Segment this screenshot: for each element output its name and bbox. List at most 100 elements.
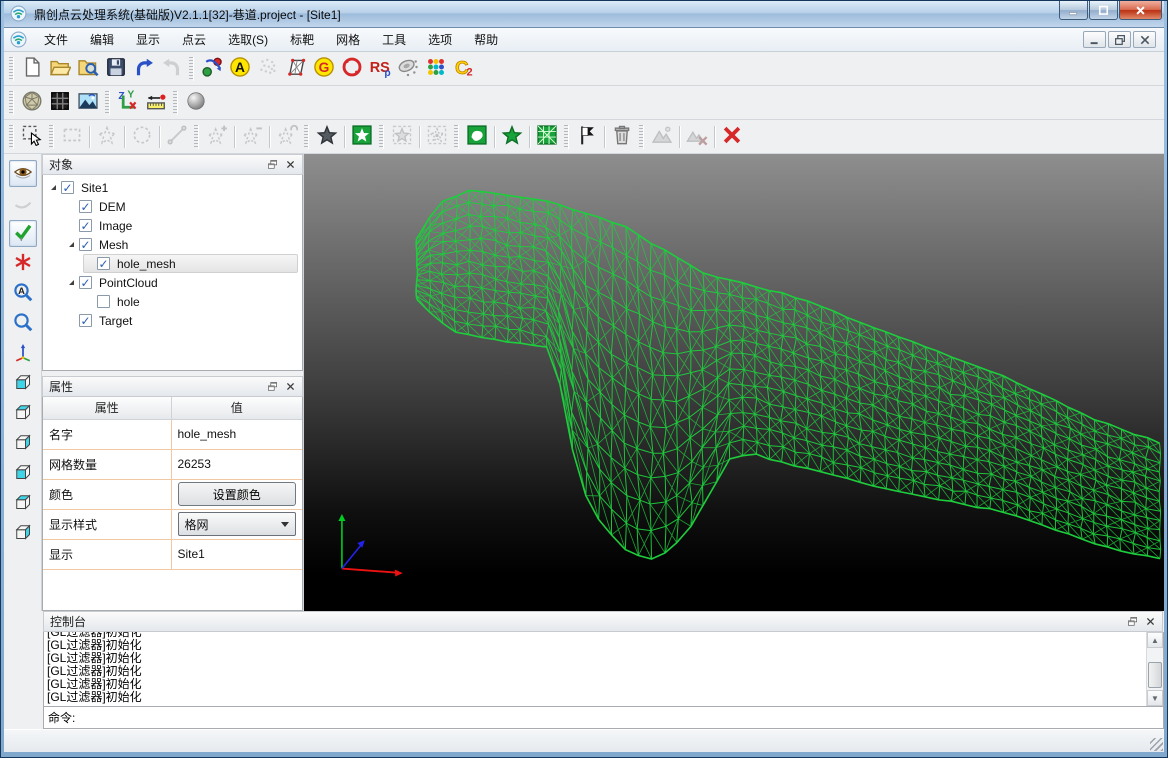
measure-button[interactable] [142, 89, 170, 117]
tree-checkbox-hole[interactable] [97, 295, 110, 308]
tree-checkbox-PointCloud[interactable]: ✓ [79, 276, 92, 289]
menu-文件[interactable]: 文件 [33, 27, 79, 52]
tree-checkbox-hole_mesh[interactable]: ✓ [97, 257, 110, 270]
toolbar-grip[interactable] [9, 91, 14, 115]
save-file-button[interactable] [102, 55, 130, 83]
set-color-button[interactable]: 设置颜色 [178, 482, 297, 506]
menu-编辑[interactable]: 编辑 [79, 27, 125, 52]
toolbar-grip[interactable] [9, 125, 14, 149]
axes-gizmo-button[interactable] [9, 340, 37, 367]
coordinate-axes-button[interactable]: ZY [114, 89, 142, 117]
toolbar-grip[interactable] [379, 125, 384, 149]
toolbar-grip[interactable] [9, 57, 14, 81]
mdi-close-button[interactable] [1133, 31, 1156, 48]
tree-item-hole[interactable]: hole [43, 292, 302, 311]
tree-item-Mesh[interactable]: ✓Mesh [43, 235, 302, 254]
zoom-all-button[interactable]: A [9, 280, 37, 307]
console-float-button[interactable] [1125, 615, 1140, 629]
open-file-button[interactable] [46, 55, 74, 83]
undo-button[interactable] [130, 55, 158, 83]
mesh-selection-button[interactable] [533, 123, 561, 151]
toolbar-grip[interactable] [173, 91, 178, 115]
menu-工具[interactable]: 工具 [371, 27, 417, 52]
tree-expand-icon[interactable] [69, 242, 74, 247]
toolbar-grip[interactable] [454, 125, 459, 149]
dem-button[interactable] [18, 89, 46, 117]
objects-close-button[interactable] [283, 158, 298, 172]
toolbar-grip[interactable] [49, 125, 54, 149]
registration-button[interactable] [198, 55, 226, 83]
scroll-up-arrow-icon[interactable]: ▲ [1147, 632, 1163, 648]
title-bar[interactable]: 鼎创点云处理系统(基础版)V2.1.1[32]-巷道.project - [Si… [4, 1, 1164, 28]
mdi-minimize-button[interactable] [1083, 31, 1106, 48]
color-table-button[interactable] [422, 55, 450, 83]
scroll-down-arrow-icon[interactable]: ▼ [1147, 690, 1163, 706]
fill-region-button[interactable] [463, 123, 491, 151]
resize-grip[interactable] [1150, 738, 1163, 751]
tree-checkbox-Image[interactable]: ✓ [79, 219, 92, 232]
confirm-pick-button[interactable] [9, 220, 37, 247]
tree-item-hole_mesh[interactable]: ✓hole_mesh [43, 254, 302, 273]
zoom-window-button[interactable] [9, 310, 37, 337]
objects-float-button[interactable] [265, 158, 280, 172]
properties-float-button[interactable] [265, 380, 280, 394]
tree-checkbox-Target[interactable]: ✓ [79, 314, 92, 327]
tree-checkbox-Mesh[interactable]: ✓ [79, 238, 92, 251]
tree-item-PointCloud[interactable]: ✓PointCloud [43, 273, 302, 292]
delete-button[interactable] [718, 123, 746, 151]
open-project-button[interactable] [74, 55, 102, 83]
pick-select-button[interactable] [18, 123, 46, 151]
point-marker-button[interactable] [9, 250, 37, 277]
tree-item-DEM[interactable]: ✓DEM [43, 197, 302, 216]
properties-close-button[interactable] [283, 380, 298, 394]
tree-expand-icon[interactable] [51, 185, 56, 190]
view-top-button[interactable] [9, 490, 37, 517]
new-file-button[interactable] [18, 55, 46, 83]
menu-显示[interactable]: 显示 [125, 27, 171, 52]
tree-item-Site1[interactable]: ✓Site1 [43, 178, 302, 197]
view-bottom-button[interactable] [9, 520, 37, 547]
console-scrollbar[interactable]: ▲ ▼ [1146, 632, 1163, 706]
toolbar-grip[interactable] [564, 125, 569, 149]
scrollbar-thumb[interactable] [1148, 662, 1162, 688]
menu-帮助[interactable]: 帮助 [463, 27, 509, 52]
viewport-3d[interactable] [304, 154, 1164, 611]
toolbar-grip[interactable] [105, 91, 110, 115]
menu-标靶[interactable]: 标靶 [279, 27, 325, 52]
orbit-view-button[interactable] [9, 160, 37, 187]
console-close-button[interactable] [1143, 615, 1158, 629]
view-right-button[interactable] [9, 460, 37, 487]
scanner-button[interactable] [394, 55, 422, 83]
menu-选取(S)[interactable]: 选取(S) [217, 27, 279, 52]
toolbar-grip[interactable] [639, 125, 644, 149]
scrollbar-track[interactable] [1147, 648, 1163, 690]
display-style-dropdown[interactable]: 格网 [178, 512, 297, 536]
delete-selection-button[interactable] [608, 123, 636, 151]
target-detect-button[interactable] [338, 55, 366, 83]
grid-view-button[interactable] [46, 89, 74, 117]
flag-mark-button[interactable] [573, 123, 601, 151]
geo-reference-button[interactable]: G [310, 55, 338, 83]
tree-checkbox-DEM[interactable]: ✓ [79, 200, 92, 213]
menu-点云[interactable]: 点云 [171, 27, 217, 52]
view-front-button[interactable] [9, 370, 37, 397]
window-maximize-button[interactable] [1089, 1, 1118, 20]
tree-item-Target[interactable]: ✓Target [43, 311, 302, 330]
window-close-button[interactable] [1119, 1, 1162, 20]
tin-mesh-button[interactable] [282, 55, 310, 83]
toolbar-grip[interactable] [189, 57, 194, 81]
mdi-restore-button[interactable] [1108, 31, 1131, 48]
toolbar-grip[interactable] [194, 125, 199, 149]
image-view-button[interactable] [74, 89, 102, 117]
window-minimize-button[interactable] [1059, 1, 1088, 20]
view-back-button[interactable] [9, 400, 37, 427]
tree-checkbox-Site1[interactable]: ✓ [61, 181, 74, 194]
auto-align-button[interactable]: A [226, 55, 254, 83]
resample-button[interactable]: RSp [366, 55, 394, 83]
toolbar-grip[interactable] [304, 125, 309, 149]
classify-button[interactable]: C2 [450, 55, 478, 83]
selection-star-button[interactable] [498, 123, 526, 151]
menu-网格[interactable]: 网格 [325, 27, 371, 52]
view-left-button[interactable] [9, 430, 37, 457]
tree-expand-icon[interactable] [69, 280, 74, 285]
